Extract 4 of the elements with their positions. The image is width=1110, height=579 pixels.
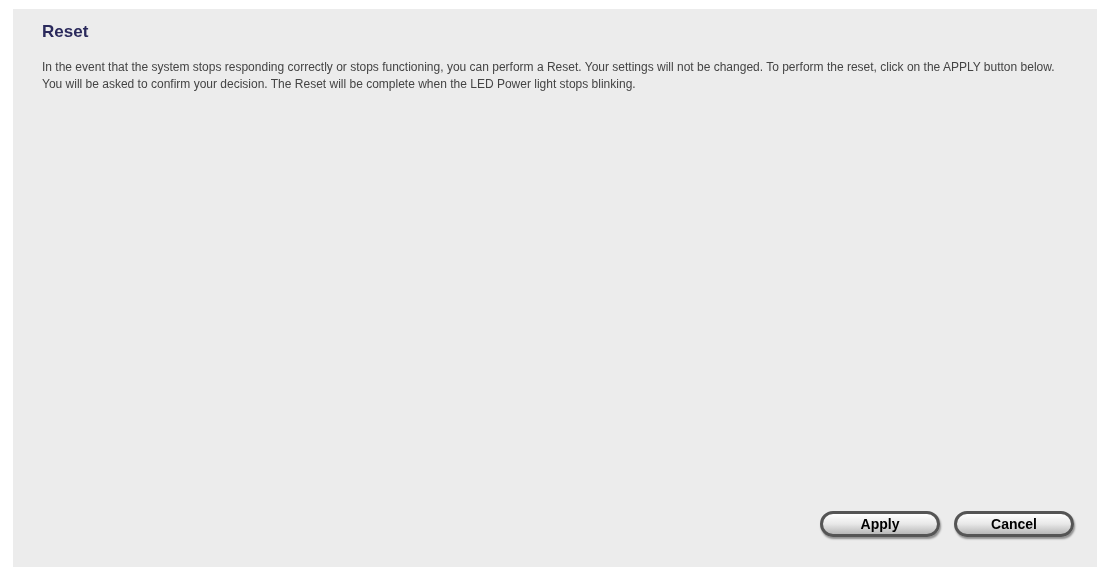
apply-button[interactable]: Apply xyxy=(820,511,940,537)
description-text: In the event that the system stops responding correctly or stops functioning, you can perform a Reset. Your settings will not be changed. To perform the reset, click on the APPLY button below. You will be asked to confirm your decision. The Reset will be complete when the LED Power light stops blinking. xyxy=(42,59,1056,93)
page-title: Reset xyxy=(42,21,90,43)
cancel-button[interactable]: Cancel xyxy=(954,511,1074,537)
